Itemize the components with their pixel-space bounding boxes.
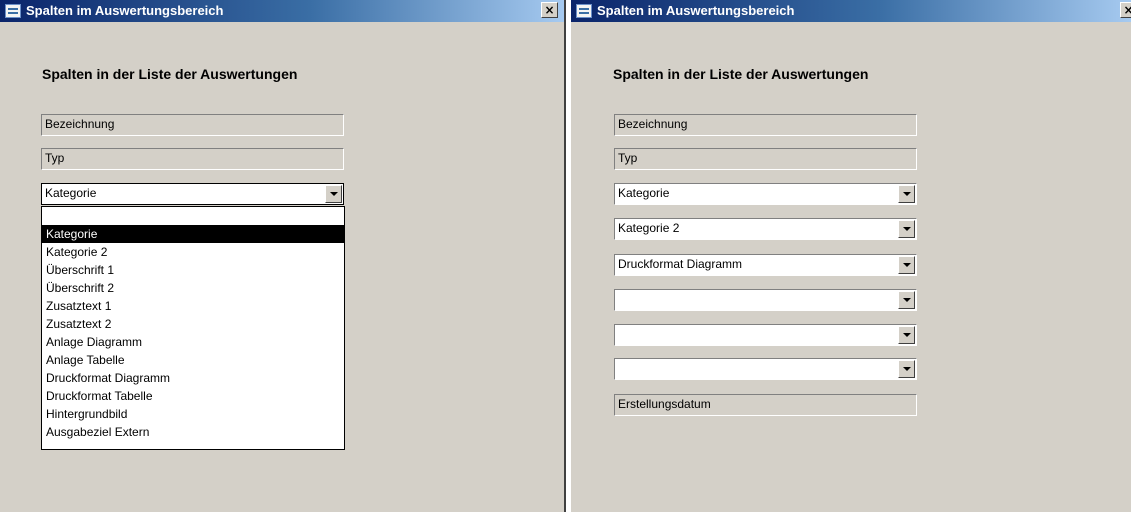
field-typ: Typ bbox=[41, 148, 344, 170]
dropdown-arrow-icon[interactable] bbox=[325, 185, 342, 203]
dropdown-option[interactable]: Zusatztext 1 bbox=[42, 297, 344, 315]
field-bezeichnung: Bezeichnung bbox=[614, 114, 917, 136]
left-dialog-window: Spalten im Auswertungsbereich × Spalten … bbox=[0, 0, 566, 512]
combobox-value: Kategorie bbox=[45, 186, 97, 200]
combobox-value: Druckformat Diagramm bbox=[618, 257, 743, 271]
dropdown-arrow-icon[interactable] bbox=[898, 256, 915, 274]
dropdown-option-selected[interactable]: Kategorie bbox=[42, 225, 344, 243]
dropdown-option[interactable]: Druckformat Tabelle bbox=[42, 387, 344, 405]
dropdown-arrow-icon[interactable] bbox=[898, 326, 915, 344]
dropdown-option[interactable]: Hintergrundbild bbox=[42, 405, 344, 423]
dropdown-option[interactable]: Ausgabeziel Extern bbox=[42, 423, 344, 441]
right-dialog-window: Spalten im Auswertungsbereich × Spalten … bbox=[570, 0, 1131, 512]
dropdown-arrow-icon[interactable] bbox=[898, 185, 915, 203]
dropdown-option[interactable]: Überschrift 1 bbox=[42, 261, 344, 279]
title-bar[interactable]: Spalten im Auswertungsbereich × bbox=[571, 0, 1131, 22]
dropdown-arrow-icon[interactable] bbox=[898, 360, 915, 378]
kategorie-combobox[interactable]: Kategorie bbox=[41, 183, 344, 205]
form-icon bbox=[5, 4, 21, 18]
combobox-value: Kategorie bbox=[618, 186, 670, 200]
dropdown-option[interactable]: Druckformat Diagramm bbox=[42, 369, 344, 387]
dropdown-option[interactable]: Anlage Diagramm bbox=[42, 333, 344, 351]
dropdown-option[interactable]: Anlage Tabelle bbox=[42, 351, 344, 369]
form-icon bbox=[576, 4, 592, 18]
combobox-4[interactable] bbox=[614, 289, 917, 311]
dropdown-option[interactable]: Zusatztext 2 bbox=[42, 315, 344, 333]
close-button[interactable]: × bbox=[541, 2, 558, 18]
section-heading: Spalten in der Liste der Auswertungen bbox=[42, 66, 298, 82]
field-erstellungsdatum: Erstellungsdatum bbox=[614, 394, 917, 416]
section-heading: Spalten in der Liste der Auswertungen bbox=[613, 66, 869, 82]
field-typ: Typ bbox=[614, 148, 917, 170]
window-title: Spalten im Auswertungsbereich bbox=[597, 3, 795, 18]
combobox-6[interactable] bbox=[614, 358, 917, 380]
field-bezeichnung: Bezeichnung bbox=[41, 114, 344, 136]
combobox-5[interactable] bbox=[614, 324, 917, 346]
dropdown-arrow-icon[interactable] bbox=[898, 291, 915, 309]
dropdown-list[interactable]: Kategorie Kategorie 2 Überschrift 1 Über… bbox=[41, 206, 345, 450]
combobox-value: Kategorie 2 bbox=[618, 221, 680, 235]
close-button[interactable]: × bbox=[1120, 2, 1131, 18]
dropdown-option[interactable]: Kategorie 2 bbox=[42, 243, 344, 261]
window-title: Spalten im Auswertungsbereich bbox=[26, 3, 224, 18]
title-bar[interactable]: Spalten im Auswertungsbereich × bbox=[0, 0, 564, 22]
combobox-3[interactable]: Druckformat Diagramm bbox=[614, 254, 917, 276]
dropdown-option[interactable]: Überschrift 2 bbox=[42, 279, 344, 297]
dropdown-arrow-icon[interactable] bbox=[898, 220, 915, 238]
combobox-1[interactable]: Kategorie bbox=[614, 183, 917, 205]
combobox-2[interactable]: Kategorie 2 bbox=[614, 218, 917, 240]
